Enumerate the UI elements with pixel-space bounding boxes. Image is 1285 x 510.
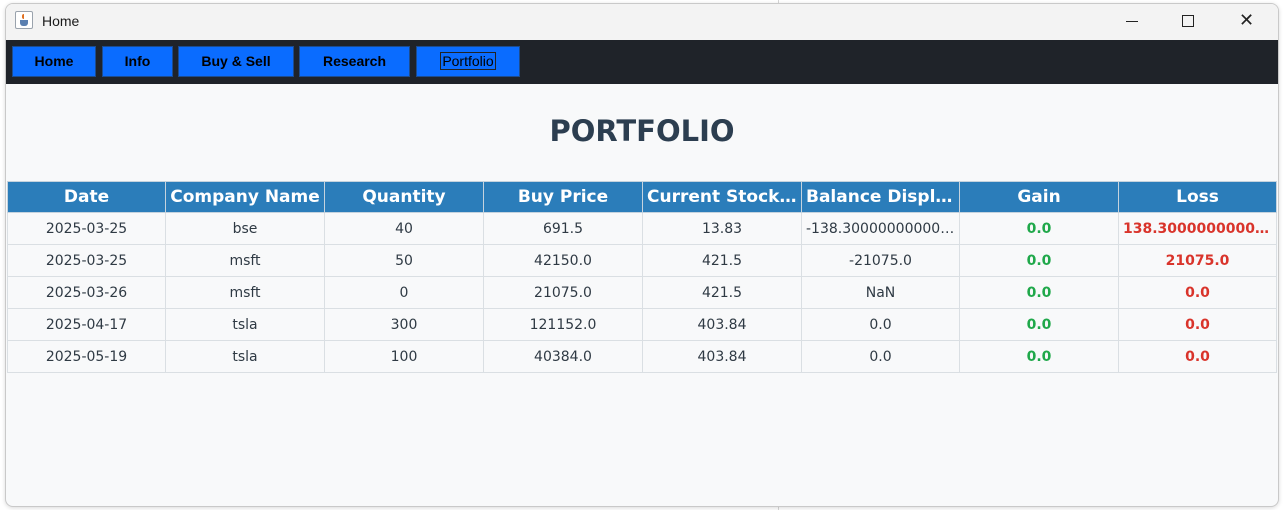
nav-home-button[interactable]: Home: [12, 46, 96, 77]
column-header[interactable]: Current Stock ...: [642, 181, 802, 213]
nav-portfolio-label: Portfolio: [440, 52, 496, 70]
loss-cell: 138.300000000000...: [1118, 212, 1277, 245]
current-price-cell: 421.5: [642, 276, 802, 309]
table-row[interactable]: 2025-03-25 msft 50 42150.0 421.5 -21075.…: [7, 244, 1277, 277]
table-row[interactable]: 2025-03-25 bse 40 691.5 13.83 -138.30000…: [7, 212, 1277, 245]
window-title: Home: [42, 13, 80, 29]
nav-info-button[interactable]: Info: [102, 46, 173, 77]
java-coffee-icon: [15, 11, 33, 29]
date-cell: 2025-04-17: [7, 308, 166, 341]
table-header-row: Date Company Name Quantity Buy Price Cur…: [7, 181, 1277, 213]
column-header[interactable]: Quantity: [324, 181, 484, 213]
gain-cell: 0.0: [959, 244, 1119, 277]
table-row[interactable]: 2025-03-26 msft 0 21075.0 421.5 NaN 0.0 …: [7, 276, 1277, 309]
column-header[interactable]: Company Name: [165, 181, 325, 213]
quantity-cell: 40: [324, 212, 484, 245]
balance-cell: -138.300000000000...: [801, 212, 960, 245]
quantity-cell: 100: [324, 340, 484, 373]
company-cell: msft: [165, 244, 325, 277]
company-cell: msft: [165, 276, 325, 309]
current-price-cell: 403.84: [642, 340, 802, 373]
company-cell: tsla: [165, 308, 325, 341]
date-cell: 2025-03-25: [7, 212, 166, 245]
quantity-cell: 0: [324, 276, 484, 309]
quantity-cell: 50: [324, 244, 484, 277]
nav-buy-sell-button[interactable]: Buy & Sell: [178, 46, 294, 77]
company-cell: tsla: [165, 340, 325, 373]
balance-cell: 0.0: [801, 308, 960, 341]
nav-buy-sell-label: Buy & Sell: [201, 53, 271, 69]
balance-cell: NaN: [801, 276, 960, 309]
loss-cell: 0.0: [1118, 340, 1277, 373]
date-cell: 2025-05-19: [7, 340, 166, 373]
nav-bar: Home Info Buy & Sell Research Portfolio: [6, 40, 1278, 84]
balance-cell: -21075.0: [801, 244, 960, 277]
current-price-cell: 13.83: [642, 212, 802, 245]
close-button[interactable]: ✕: [1218, 4, 1274, 40]
table-row[interactable]: 2025-05-19 tsla 100 40384.0 403.84 0.0 0…: [7, 340, 1277, 373]
nav-portfolio-button[interactable]: Portfolio: [416, 46, 520, 77]
quantity-cell: 300: [324, 308, 484, 341]
table-row[interactable]: 2025-04-17 tsla 300 121152.0 403.84 0.0 …: [7, 308, 1277, 341]
buy-price-cell: 42150.0: [483, 244, 643, 277]
maximize-icon: [1182, 15, 1194, 27]
column-header[interactable]: Date: [7, 181, 166, 213]
column-header[interactable]: Loss: [1118, 181, 1277, 213]
maximize-button[interactable]: [1160, 4, 1216, 40]
gain-cell: 0.0: [959, 276, 1119, 309]
gain-cell: 0.0: [959, 340, 1119, 373]
portfolio-table: Date Company Name Quantity Buy Price Cur…: [7, 181, 1277, 373]
loss-cell: 21075.0: [1118, 244, 1277, 277]
page-title: PORTFOLIO: [549, 114, 735, 148]
date-cell: 2025-03-26: [7, 276, 166, 309]
loss-cell: 0.0: [1118, 308, 1277, 341]
minimize-icon: [1126, 21, 1138, 22]
column-header[interactable]: Balance Display: [801, 181, 960, 213]
current-price-cell: 403.84: [642, 308, 802, 341]
column-header[interactable]: Gain: [959, 181, 1119, 213]
nav-research-button[interactable]: Research: [299, 46, 410, 77]
gain-cell: 0.0: [959, 212, 1119, 245]
buy-price-cell: 691.5: [483, 212, 643, 245]
current-price-cell: 421.5: [642, 244, 802, 277]
gain-cell: 0.0: [959, 308, 1119, 341]
nav-research-label: Research: [322, 53, 387, 69]
nav-info-label: Info: [124, 53, 151, 69]
buy-price-cell: 21075.0: [483, 276, 643, 309]
column-header[interactable]: Buy Price: [483, 181, 643, 213]
title-bar: Home ✕: [6, 4, 1278, 40]
company-cell: bse: [165, 212, 325, 245]
nav-home-label: Home: [34, 53, 74, 69]
loss-cell: 0.0: [1118, 276, 1277, 309]
date-cell: 2025-03-25: [7, 244, 166, 277]
balance-cell: 0.0: [801, 340, 960, 373]
buy-price-cell: 121152.0: [483, 308, 643, 341]
buy-price-cell: 40384.0: [483, 340, 643, 373]
close-icon: ✕: [1239, 10, 1255, 31]
minimize-button[interactable]: [1104, 4, 1160, 40]
app-window: Home ✕ Home Info Buy & Sell Research Por…: [5, 3, 1279, 507]
